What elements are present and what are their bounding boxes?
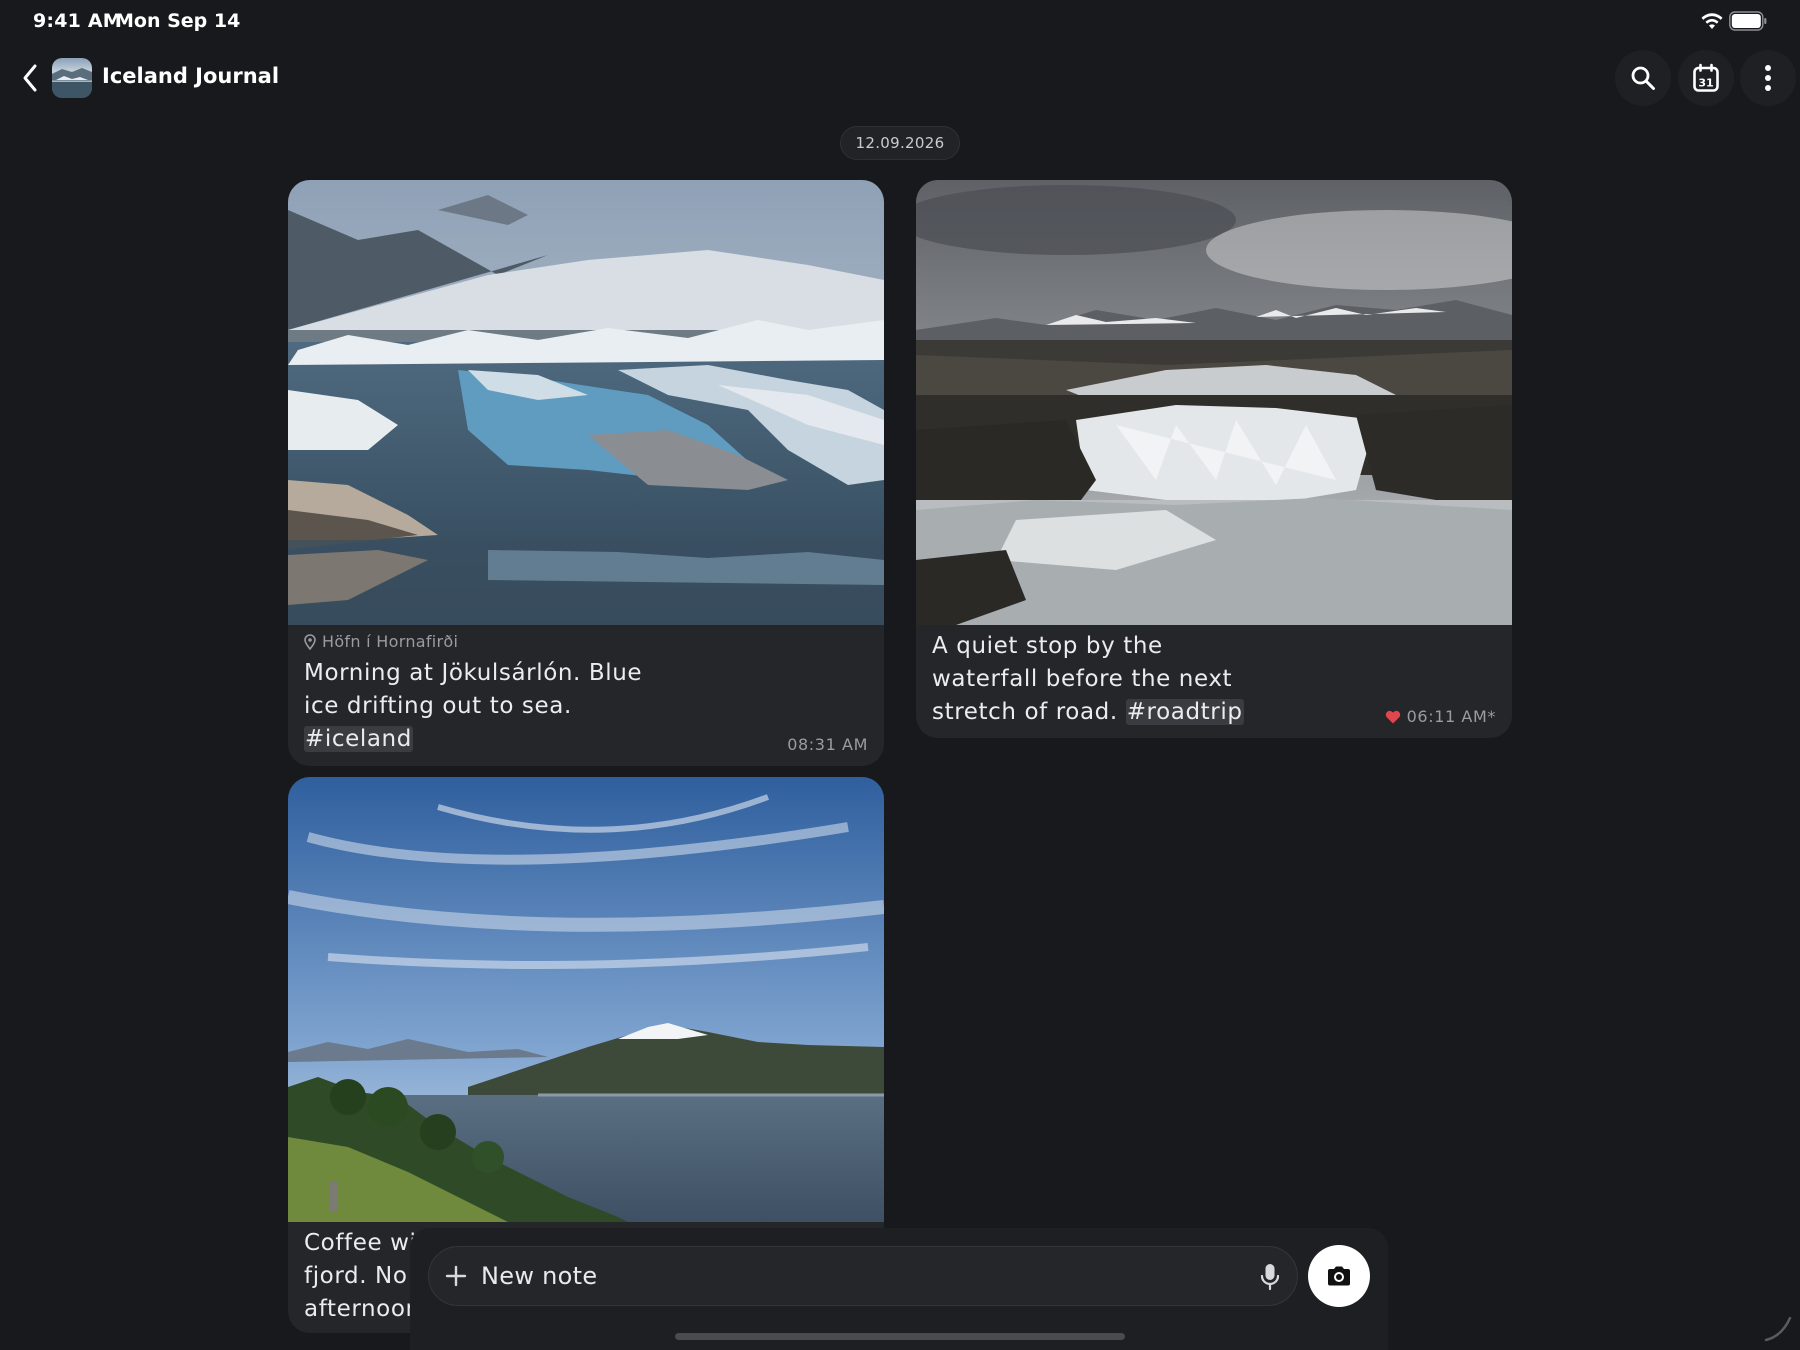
camera-button[interactable] bbox=[1308, 1245, 1370, 1307]
hashtag[interactable]: #roadtrip bbox=[1125, 699, 1244, 725]
note-photo-fjord[interactable] bbox=[288, 777, 884, 1222]
journal-avatar bbox=[52, 58, 92, 98]
page-title: Iceland Journal bbox=[102, 64, 280, 88]
note-text-line: stretch of road. bbox=[932, 699, 1126, 725]
note-text: Morning at Jökulsárlón. Blue ice driftin… bbox=[304, 657, 642, 756]
heart-icon[interactable] bbox=[1385, 710, 1401, 724]
status-time: 9:41 AM bbox=[33, 10, 122, 32]
more-vertical-icon bbox=[1765, 65, 1771, 91]
status-bar: 9:41 AM Mon Sep 14 bbox=[0, 0, 1800, 42]
more-button[interactable] bbox=[1740, 50, 1796, 106]
search-icon bbox=[1631, 66, 1655, 90]
note-text-line: Morning at Jökulsárlón. Blue bbox=[304, 660, 643, 686]
location-label: Höfn í Hornafirði bbox=[304, 632, 458, 651]
calendar-button[interactable]: 31 bbox=[1678, 50, 1734, 106]
location-pin-icon bbox=[304, 633, 316, 650]
resize-handle-icon bbox=[1764, 1316, 1792, 1342]
home-indicator[interactable] bbox=[675, 1333, 1125, 1340]
camera-icon bbox=[1328, 1266, 1350, 1286]
calendar-day-number: 31 bbox=[1698, 77, 1713, 90]
date-chip: 12.09.2026 bbox=[840, 126, 960, 160]
note-card[interactable]: Höfn í Hornafirði Morning at Jökulsárlón… bbox=[288, 180, 884, 766]
note-time: 06:11 AM* bbox=[1406, 707, 1496, 726]
note-text-line: waterfall before the next bbox=[932, 666, 1233, 692]
note-time: 08:31 AM bbox=[787, 735, 868, 754]
note-photo-glacier-lagoon[interactable] bbox=[288, 180, 884, 625]
battery-icon bbox=[1729, 11, 1767, 31]
chevron-left-icon bbox=[23, 64, 37, 92]
note-card[interactable]: A quiet stop by the waterfall before the… bbox=[916, 180, 1512, 738]
search-button[interactable] bbox=[1615, 50, 1671, 106]
wifi-icon bbox=[1701, 13, 1723, 29]
note-text-line: A quiet stop by the bbox=[932, 633, 1163, 659]
plus-icon[interactable] bbox=[441, 1261, 471, 1291]
app-header: Iceland Journal 31 bbox=[0, 50, 1800, 106]
note-text: A quiet stop by the waterfall before the… bbox=[932, 630, 1244, 729]
status-date: Mon Sep 14 bbox=[115, 10, 241, 32]
back-button[interactable] bbox=[12, 58, 48, 98]
hashtag[interactable]: #iceland bbox=[304, 726, 413, 752]
note-timestamp: 08:31 AM bbox=[787, 735, 868, 754]
microphone-icon[interactable] bbox=[1258, 1262, 1282, 1292]
calendar-icon: 31 bbox=[1693, 63, 1719, 92]
note-photo-waterfall[interactable] bbox=[916, 180, 1512, 625]
note-text-line: ice drifting out to sea. bbox=[304, 693, 572, 719]
new-note-placeholder[interactable]: New note bbox=[481, 1262, 597, 1290]
note-timestamp: 06:11 AM* bbox=[1385, 707, 1496, 726]
location-text: Höfn í Hornafirði bbox=[322, 632, 459, 651]
